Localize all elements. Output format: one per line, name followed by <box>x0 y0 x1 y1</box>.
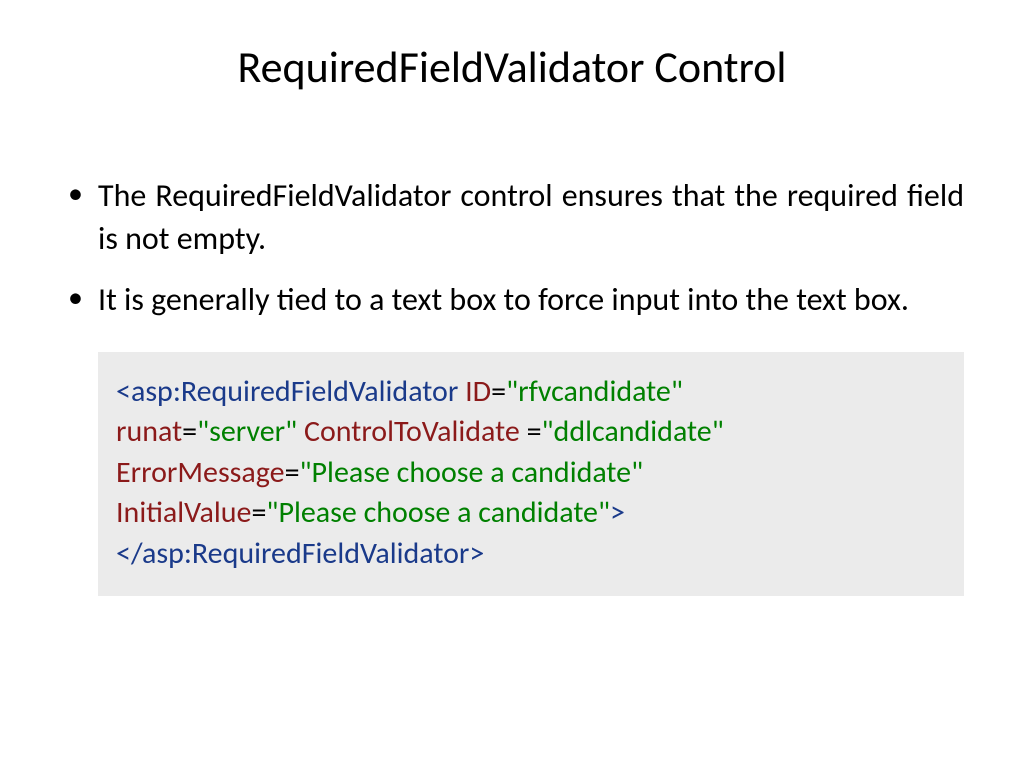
code-eq: = <box>182 413 197 450</box>
code-punct: > <box>469 535 484 572</box>
code-tag: asp:RequiredFieldValidator <box>131 373 458 410</box>
bullet-list: The RequiredFieldValidator control ensur… <box>60 174 964 322</box>
code-line: runat="server" ControlToValidate ="ddlca… <box>116 412 946 453</box>
code-block: <asp:RequiredFieldValidator ID="rfvcandi… <box>98 352 964 597</box>
code-line: InitialValue="Please choose a candidate"… <box>116 493 946 534</box>
code-val: "ddlcandidate" <box>542 413 724 450</box>
slide: RequiredFieldValidator Control The Requi… <box>0 0 1024 768</box>
code-attr: ID <box>465 373 491 410</box>
code-punct: > <box>610 494 625 531</box>
code-eq: = <box>285 454 300 491</box>
bullet-item: It is generally tied to a text box to fo… <box>60 278 964 321</box>
code-attr: ControlToValidate <box>304 413 520 450</box>
slide-title: RequiredFieldValidator Control <box>60 40 964 94</box>
code-eq: = <box>491 373 506 410</box>
code-attr: InitialValue <box>116 494 251 531</box>
code-val: "Please choose a candidate" <box>266 494 610 531</box>
bullet-item: The RequiredFieldValidator control ensur… <box>60 174 964 260</box>
code-attr: ErrorMessage <box>116 454 285 491</box>
code-line: </asp:RequiredFieldValidator> <box>116 534 946 575</box>
code-val: "server" <box>197 413 297 450</box>
code-line: <asp:RequiredFieldValidator ID="rfvcandi… <box>116 372 946 413</box>
code-attr: runat <box>116 413 182 450</box>
code-punct: < <box>116 373 131 410</box>
code-eq: = <box>251 494 266 531</box>
code-val: "Please choose a candidate" <box>300 454 644 491</box>
code-tag: asp:RequiredFieldValidator <box>142 535 469 572</box>
code-line: ErrorMessage="Please choose a candidate" <box>116 453 946 494</box>
code-punct: </ <box>116 535 142 572</box>
code-eq: = <box>527 413 542 450</box>
code-val: "rfvcandidate" <box>506 373 683 410</box>
